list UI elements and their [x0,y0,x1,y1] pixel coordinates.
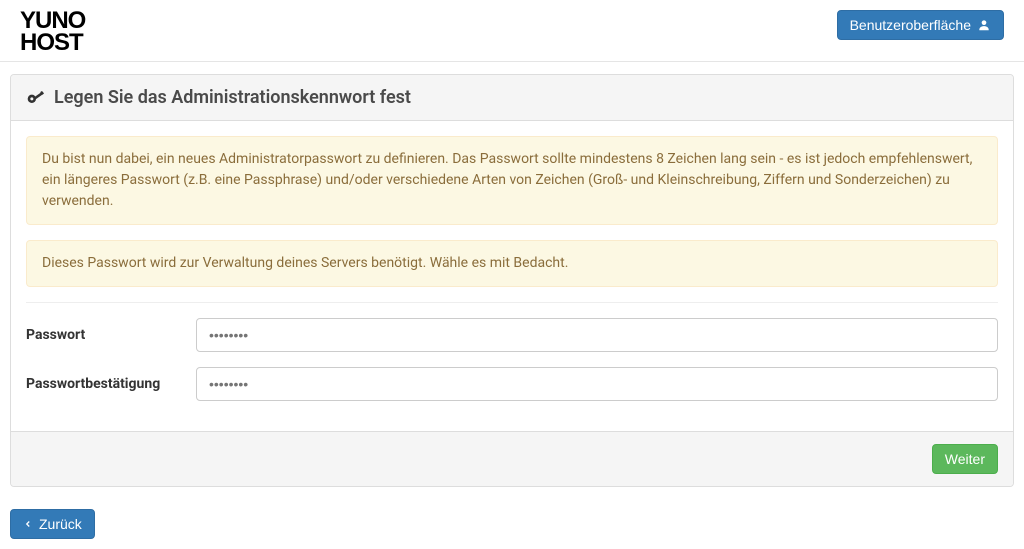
confirm-input[interactable] [196,367,998,401]
panel-body: Du bist nun dabei, ein neues Administrat… [11,121,1013,431]
separator [26,302,998,303]
back-button[interactable]: Zurück [10,509,95,539]
confirm-label: Passwortbestätigung [26,376,196,392]
password-label: Passwort [26,327,196,343]
password-panel: Legen Sie das Administrationskennwort fe… [10,74,1014,487]
password-input[interactable] [196,318,998,352]
back-row: Zurück [0,499,1024,549]
main-container: Legen Sie das Administrationskennwort fe… [0,62,1024,499]
back-button-label: Zurück [39,516,82,532]
user-interface-button[interactable]: Benutzeroberfläche [837,10,1004,40]
logo: Yuno Host [20,10,85,53]
password-form-group: Passwort [26,318,998,352]
panel-footer: Weiter [11,431,1013,486]
next-button-label: Weiter [945,451,985,467]
user-interface-label: Benutzeroberfläche [850,17,971,33]
key-icon [26,88,46,108]
alert-password-requirements: Du bist nun dabei, ein neues Administrat… [26,136,998,225]
user-icon [977,18,991,32]
next-button[interactable]: Weiter [932,444,998,474]
alert-password-warning: Dieses Passwort wird zur Verwaltung dein… [26,240,998,287]
panel-title: Legen Sie das Administrationskennwort fe… [54,87,411,108]
header: Yuno Host Benutzeroberfläche [0,0,1024,62]
panel-heading: Legen Sie das Administrationskennwort fe… [11,75,1013,121]
confirm-form-group: Passwortbestätigung [26,367,998,401]
